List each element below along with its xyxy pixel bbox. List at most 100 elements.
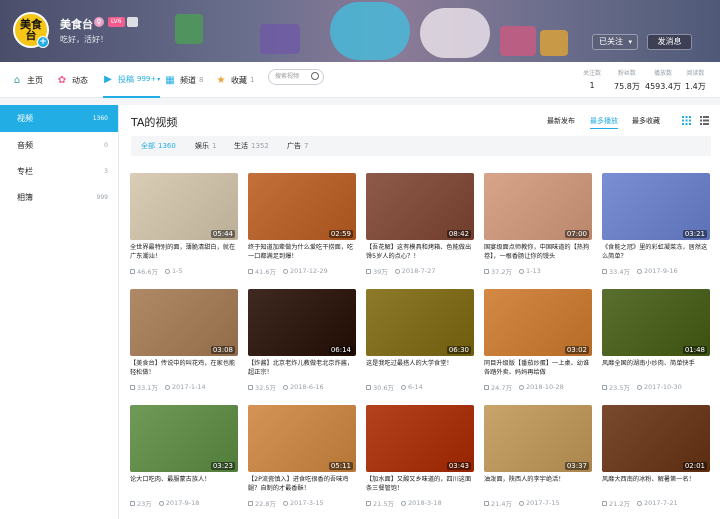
video-card[interactable]: 03:23 论大口吃肉、最服蒙古族人！ 23万 2017-9-18 [130,405,238,508]
stat-followers[interactable]: 粉丝数 75.8万 [614,68,640,92]
video-title[interactable]: 油泼面，陕西人的李宇绝活！ [484,475,592,493]
video-title[interactable]: 风靡大西南的冰粉、解暑第一名！ [602,475,710,493]
play-count: 21.4万 [491,500,512,508]
video-title[interactable]: 全世界最特别的面，薄脆清甜白，就在广东潮汕！ [130,243,238,261]
clock-icon [282,268,288,274]
video-card[interactable]: 03:37 油泼面，陕西人的李宇绝活！ 21.4万 2017-7-15 [484,405,592,508]
video-meta: 21.2万 2017-7-21 [602,498,710,508]
clock-icon [518,500,524,506]
video-card[interactable]: 05:44 全世界最特别的面，薄脆清甜白，就在广东潮汕！ 46.6万 1-5 [130,173,238,276]
video-meta: 23.5万 2017-10-30 [602,382,710,392]
video-card[interactable]: 03:43 【加水面】又酸又乡味道的，四川这面条三餐管饱！ 21.5万 2018-3-… [366,405,474,508]
sidebar-item-video[interactable]: 视频 1360 [0,105,118,132]
video-thumbnail[interactable]: 02:01 [602,405,710,472]
upload-date: 2018-3-18 [407,499,442,507]
stat-following[interactable]: 关注数 1 [583,68,601,90]
video-thumbnail[interactable]: 03:08 [130,289,238,356]
clock-icon [394,268,400,274]
video-thumbnail[interactable]: 06:14 [248,289,356,356]
search-input[interactable]: 搜索视频 [268,69,324,85]
video-title[interactable]: 【2P流瓷慎入】进食吃很香的吾味鸡腿？自制的才最香酥！ [248,475,356,493]
upload-date: 2017-10-30 [643,383,682,391]
video-thumbnail[interactable]: 03:23 [130,405,238,472]
play-count: 41.6万 [255,268,276,276]
video-card[interactable]: 01:48 风靡全国的湖南小炒肉、简单快手 23.5万 2017-10-30 [602,289,710,392]
tab-channel[interactable]: ▦ 频道 8 [165,62,203,98]
play-count: 37.2万 [491,268,512,276]
tab-contribute[interactable]: ▶ 投稿 999+ ▾ [103,62,161,98]
sidebar-item-audio[interactable]: 音频 0 [0,132,118,158]
video-thumbnail[interactable]: 08:42 [366,173,474,240]
video-thumbnail[interactable]: 03:21 [602,173,710,240]
video-meta: 24.7万 2018-10-28 [484,382,592,392]
video-card[interactable]: 06:14 【炸酱】北京老炸儿教做老北京炸酱，超正宗！ 32.5万 2018-6-16 [248,289,356,392]
follow-button[interactable]: 已关注 ▾ [592,34,638,50]
video-card[interactable]: 02:01 风靡大西南的冰粉、解暑第一名！ 21.2万 2017-7-21 [602,405,710,508]
play-count-icon [366,268,371,274]
stat-plays: 播放数 4593.4万 [645,70,681,91]
video-title[interactable]: 【美食台】传说中的叫花鸡，在家也能轻松做！ [130,359,238,377]
video-thumbnail[interactable]: 03:43 [366,405,474,472]
filter-ads[interactable]: 广告 7 [287,141,308,151]
tab-dynamic[interactable]: ✿ 动态 [57,62,88,98]
video-title[interactable]: 【炸酱】北京老炸儿教做老北京炸酱，超正宗！ [248,359,356,377]
video-card[interactable]: 03:02 同目升级版【番茄炒蛋】一上桌、幼谁各踏外卖、妈妈再给做 24.7万 201… [484,289,592,392]
video-title[interactable]: 终于知道加辈做为什么爱吃干捞面，吃一口都满足到爆！ [248,243,356,261]
plus-icon: + [37,36,49,48]
play-count: 46.6万 [137,268,158,276]
video-title[interactable]: 【加水面】又酸又乡味道的，四川这面条三餐管饱！ [366,475,474,493]
message-button[interactable]: 发消息 [647,34,692,50]
avatar[interactable]: 美食台 + [13,12,49,48]
flower-icon: ✿ [57,74,67,86]
video-card[interactable]: 06:30 这是我吃过最搭人的大学食堂！ 30.6万 6-14 [366,289,474,392]
grid-view-icon[interactable] [682,116,691,125]
video-thumbnail[interactable]: 01:48 [602,289,710,356]
clock-icon [282,500,288,506]
upload-date: 1-5 [171,267,183,275]
category-filter: 全部 1360 娱乐 1 生活 1352 广告 7 [131,136,711,156]
video-title[interactable]: 论大口吃肉、最服蒙古族人！ [130,475,238,493]
video-card[interactable]: 08:42 【吾花解】这有模具和烤箱、色能做出馋5岁人的点心？！ 39万 2018-7… [366,173,474,276]
video-title[interactable]: 《食能之冠》里的彩虹凝菜冻，居然这么简单？ [602,243,710,261]
video-card[interactable]: 02:59 终于知道加辈做为什么爱吃干捞面，吃一口都满足到爆！ 41.6万 2017-… [248,173,356,276]
video-card[interactable]: 03:08 【美食台】传说中的叫花鸡，在家也能轻松做！ 33.1万 2017-1-14 [130,289,238,392]
video-card[interactable]: 07:00 国宴级面点师教你，中国味道的【热狗卷】，一根香肠让你的馒头 37.2万 1… [484,173,592,276]
upload-date: 2017-7-15 [525,499,560,507]
video-duration: 03:43 [446,462,471,470]
gift-box-decoration [175,14,203,44]
video-title[interactable]: 国宴级面点师教你，中国味道的【热狗卷】，一根香肠让你的馒头 [484,243,592,261]
play-count-icon [602,384,607,390]
video-title[interactable]: 【吾花解】这有模具和烤箱、色能做出馋5岁人的点心？！ [366,243,474,261]
gift-box-decoration [540,30,568,56]
search-icon[interactable] [311,72,319,80]
sidebar-item-album[interactable]: 相簿 999 [0,184,118,210]
filter-life[interactable]: 生活 1352 [234,141,269,151]
filter-entertainment[interactable]: 娱乐 1 [195,141,216,151]
tab-favorite[interactable]: ★ 收藏 1 [216,62,255,98]
tab-home[interactable]: ⌂ 主页 [12,62,43,98]
video-card[interactable]: 03:21 《食能之冠》里的彩虹凝菜冻，居然这么简单？ 33.4万 2017-9-16 [602,173,710,276]
video-thumbnail[interactable]: 05:44 [130,173,238,240]
sort-most-fav[interactable]: 最多收藏 [632,116,660,126]
play-count: 23万 [137,500,152,508]
video-thumbnail[interactable]: 07:00 [484,173,592,240]
video-thumbnail[interactable]: 05:11 [248,405,356,472]
sort-latest[interactable]: 最新发布 [547,116,575,126]
video-thumbnail[interactable]: 06:30 [366,289,474,356]
video-thumbnail[interactable]: 03:02 [484,289,592,356]
sidebar-item-column[interactable]: 专栏 3 [0,158,118,184]
video-title[interactable]: 这是我吃过最搭人的大学食堂！ [366,359,474,377]
upload-date: 2017-7-21 [643,499,678,507]
filter-all[interactable]: 全部 1360 [141,141,176,151]
video-title[interactable]: 风靡全国的湖南小炒肉、简单快手 [602,359,710,377]
video-card[interactable]: 05:11 【2P流瓷慎入】进食吃很香的吾味鸡腿？自制的才最香酥！ 22.8万 201… [248,405,356,508]
video-title[interactable]: 同目升级版【番茄炒蛋】一上桌、幼谁各踏外卖、妈妈再给做 [484,359,592,377]
video-thumbnail[interactable]: 03:37 [484,405,592,472]
video-duration: 07:00 [564,230,589,238]
video-meta: 30.6万 6-14 [366,382,474,392]
video-duration: 01:48 [682,346,707,354]
video-thumbnail[interactable]: 02:59 [248,173,356,240]
list-view-icon[interactable] [700,116,709,125]
sort-most-played[interactable]: 最多播放 [590,116,618,129]
play-count: 21.2万 [609,500,630,508]
